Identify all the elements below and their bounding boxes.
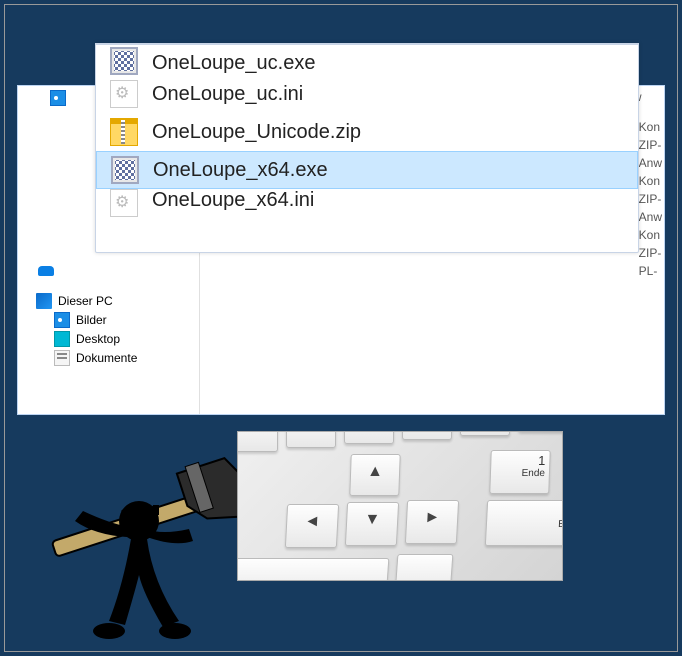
type-fragment: ZIP- (639, 190, 662, 208)
type-fragment: Kon (639, 226, 662, 244)
file-row[interactable]: OneLoupe_Unicode.zip (96, 113, 638, 151)
nav-label: Dokumente (76, 351, 137, 365)
file-type-column: Kon ZIP- Anw Kon ZIP- Anw Kon ZIP- PL- (639, 118, 662, 280)
nav-item-this-pc[interactable]: Dieser PC (36, 291, 137, 310)
type-fragment: Anw (639, 154, 662, 172)
key-arrow-up: ▲ (349, 454, 400, 496)
nav-section-pc: Dieser PC Bilder Desktop Dokumente (36, 291, 137, 367)
pictures-icon (54, 312, 70, 328)
file-name: OneLoupe_uc.exe (152, 52, 315, 75)
construction-worker-illustration (35, 425, 255, 645)
file-row-selected[interactable]: OneLoupe_x64.exe (96, 151, 638, 189)
key-arrow-left: ◄ (285, 504, 339, 548)
type-fragment: ZIP- (639, 244, 662, 262)
type-fragment: PL- (639, 262, 662, 280)
nav-item-bilder[interactable]: Bilder (36, 310, 137, 329)
nav-item-dokumente[interactable]: Dokumente (36, 348, 137, 367)
key-ende: 1 Ende (489, 450, 551, 494)
exe-icon (111, 156, 139, 184)
cloud-icon (38, 266, 54, 276)
documents-icon (54, 350, 70, 366)
nav-label: Desktop (76, 332, 120, 346)
type-fragment: Anw (639, 208, 662, 226)
type-fragment: Kon (639, 172, 662, 190)
magnified-file-list: OneLoupe_uc.exe OneLoupe_uc.ini OneLoupe… (96, 45, 638, 219)
file-row[interactable]: OneLoupe_uc.exe (96, 45, 638, 75)
file-name: OneLoupe_x64.ini (152, 189, 314, 212)
nav-label: Bilder (76, 313, 107, 327)
nav-item-desktop[interactable]: Desktop (36, 329, 137, 348)
key-arrow-right: ► (405, 500, 459, 544)
type-fragment: ZIP- (639, 136, 662, 154)
file-name: OneLoupe_Unicode.zip (152, 121, 361, 144)
pc-icon (36, 293, 52, 309)
zip-icon (110, 118, 138, 146)
file-row[interactable]: OneLoupe_uc.ini (96, 75, 638, 113)
ini-icon (110, 189, 138, 217)
file-name: OneLoupe_x64.exe (153, 159, 328, 182)
nav-item-onedrive[interactable] (38, 266, 56, 276)
desktop-icon (54, 331, 70, 347)
nav-label: Dieser PC (58, 294, 113, 308)
keyboard-illustration: ▲ ◄ ▼ ► 1 Ende 0 Einfg (237, 431, 563, 581)
file-name: OneLoupe_uc.ini (152, 83, 303, 106)
exe-icon (110, 47, 138, 75)
file-row[interactable]: OneLoupe_x64.ini (96, 189, 638, 219)
ini-icon (110, 80, 138, 108)
magnifier-overlay: OneLoupe_uc.exe OneLoupe_uc.ini OneLoupe… (95, 43, 639, 253)
key-einfg: 0 Einfg (485, 500, 563, 546)
key-arrow-down: ▼ (345, 502, 399, 546)
pictures-icon (50, 90, 66, 106)
type-fragment: Kon (639, 118, 662, 136)
